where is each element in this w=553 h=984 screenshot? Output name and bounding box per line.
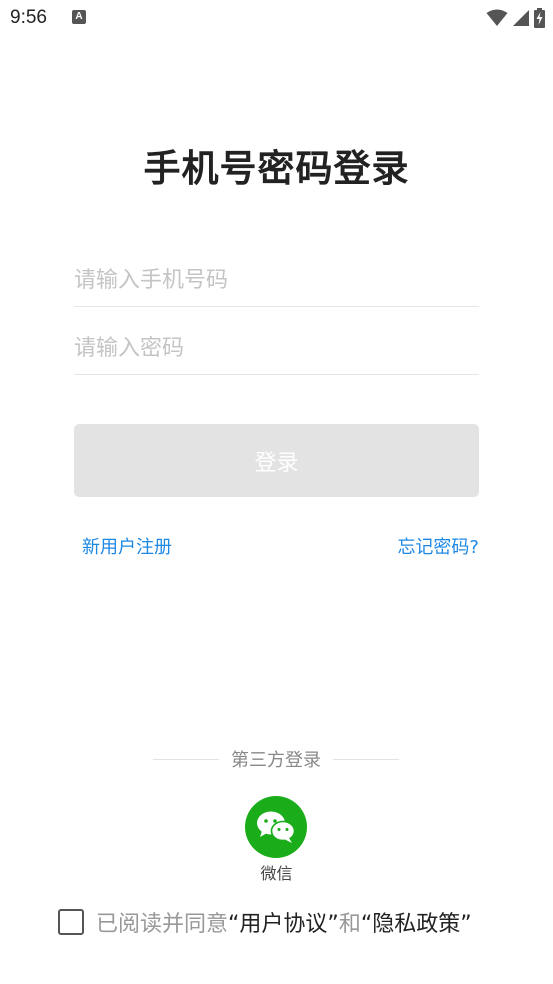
- phone-input[interactable]: [74, 255, 479, 306]
- wechat-icon: [257, 811, 296, 843]
- signal-icon: [513, 10, 529, 26]
- wechat-label: 微信: [260, 864, 293, 883]
- wifi-icon: [486, 9, 508, 26]
- agreement-and: 和: [338, 912, 361, 937]
- status-icons: [486, 8, 545, 28]
- status-time: 9:56: [10, 7, 47, 28]
- login-button[interactable]: 登录: [74, 424, 479, 497]
- forgot-password-link[interactable]: 忘记密码?: [397, 533, 479, 559]
- page-title: 手机号密码登录: [143, 147, 410, 190]
- wechat-login-button[interactable]: [245, 796, 307, 858]
- user-agreement-link[interactable]: “用户协议”: [228, 906, 339, 938]
- register-link[interactable]: 新用户注册: [82, 533, 172, 559]
- agreement-row: 已阅读并同意 “用户协议” 和 “隐私政策”: [58, 906, 472, 938]
- divider-line-right: [333, 758, 399, 760]
- third-party-title: 第三方登录: [231, 750, 321, 771]
- agreement-prefix: 已阅读并同意: [96, 912, 229, 937]
- status-bar: 9:56 A: [0, 0, 553, 38]
- phone-field: [74, 255, 479, 307]
- password-field: [74, 323, 479, 375]
- battery-charging-icon: [534, 8, 545, 28]
- divider-line-left: [153, 758, 219, 760]
- third-party-divider: 第三方登录: [153, 746, 399, 772]
- privacy-policy-link[interactable]: “隐私政策”: [361, 906, 472, 938]
- agreement-checkbox[interactable]: [58, 909, 84, 935]
- password-input[interactable]: [74, 323, 479, 374]
- a-notification-icon: A: [72, 10, 86, 24]
